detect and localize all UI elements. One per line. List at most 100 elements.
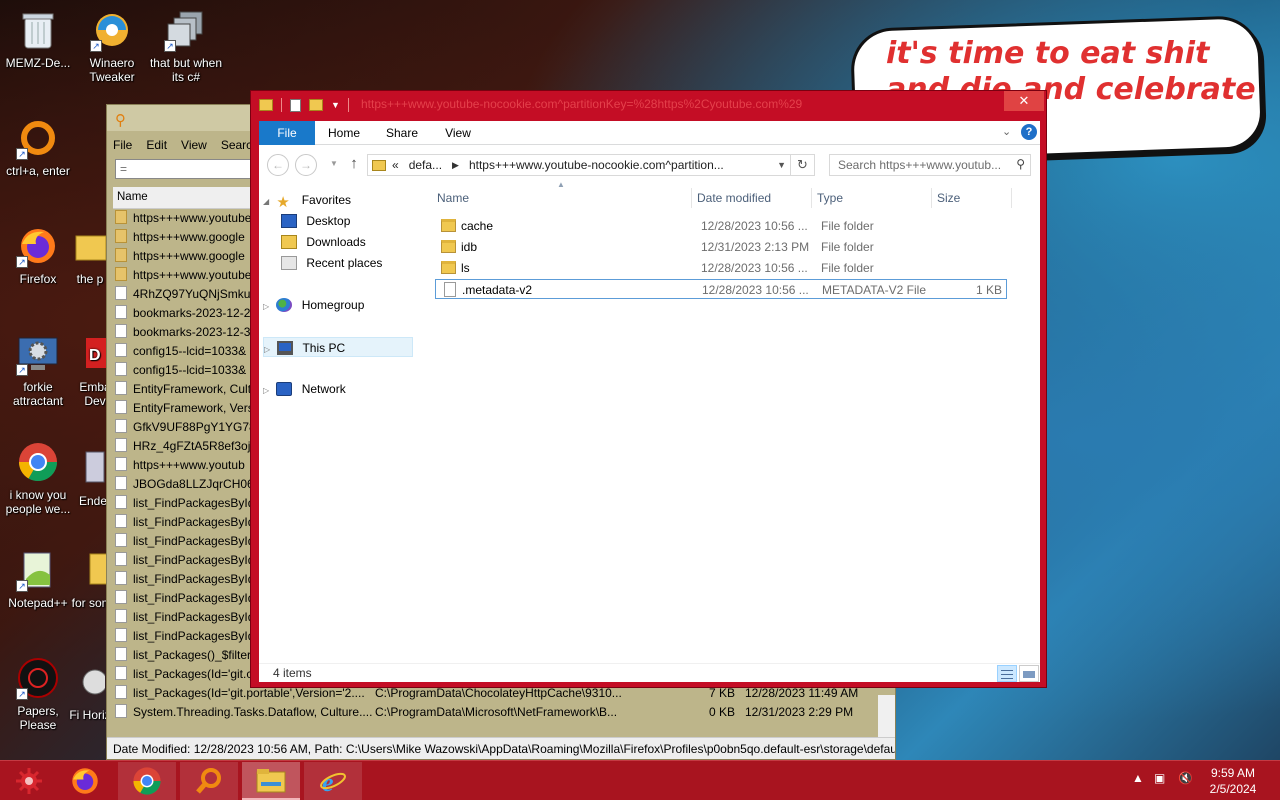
start-button[interactable]	[0, 762, 58, 800]
expand-icon[interactable]: ▷	[263, 381, 273, 401]
help-icon[interactable]: ?	[1021, 124, 1037, 140]
desktop-icon-papers-please[interactable]: ↗ Papers, Please	[0, 656, 76, 732]
volume-muted-icon[interactable]: 🔇	[1178, 771, 1193, 785]
close-button[interactable]: ✕	[1004, 91, 1044, 111]
customize-dropdown-icon[interactable]: ▼	[331, 100, 340, 110]
result-name-text: list_FindPackagesById	[133, 553, 255, 567]
taskbar-clock[interactable]: 9:59 AM 2/5/2024	[1200, 765, 1266, 797]
file-explorer-icon	[256, 769, 286, 793]
explorer-window[interactable]: ▼ https+++www.youtube-nocookie.com^parti…	[250, 90, 1047, 688]
nav-item-homegroup[interactable]: ▷ Homegroup	[263, 295, 364, 315]
column-header-name[interactable]: Name	[437, 186, 469, 210]
background-search-input[interactable]: =	[115, 159, 255, 179]
vertical-scrollbar[interactable]	[878, 695, 895, 739]
breadcrumb-chevron-icon[interactable]: ▶	[452, 160, 459, 171]
desktop-icon-chrome[interactable]: i know you people we...	[0, 440, 76, 516]
tab-file[interactable]: File	[259, 121, 315, 145]
result-name-text: GfkV9UF88PgY1YG783	[133, 420, 263, 434]
file-type: METADATA-V2 File	[822, 283, 927, 297]
menu-file[interactable]: File	[113, 138, 132, 152]
expand-icon[interactable]: ▷	[264, 340, 274, 360]
desktop-icon-ctrl-a[interactable]: ↗ ctrl+a, enter	[0, 116, 76, 178]
refresh-button[interactable]: ↻	[791, 154, 815, 176]
search-input[interactable]: Search https+++www.youtub... ⚲	[829, 154, 1031, 176]
file-icon	[444, 282, 456, 297]
expand-icon[interactable]: ▷	[263, 297, 273, 317]
folder-row[interactable]: ls 12/28/2023 10:56 ... File folder	[435, 258, 1007, 278]
file-icon	[115, 476, 127, 490]
network-tray-icon[interactable]: ▣	[1154, 771, 1165, 785]
nav-item-favorites[interactable]: ◢ ★ Favorites	[263, 190, 351, 210]
nav-item-desktop[interactable]: Desktop	[281, 211, 350, 231]
desktop-icon-memz[interactable]: MEMZ-De...	[0, 8, 76, 70]
breadcrumb-overflow[interactable]: «	[392, 158, 399, 172]
taskbar-firefox[interactable]	[56, 762, 114, 800]
taskbar-search-tool[interactable]	[180, 762, 238, 800]
column-separator[interactable]	[931, 188, 932, 208]
taskbar-chrome[interactable]	[118, 762, 176, 800]
menu-view[interactable]: View	[181, 138, 207, 152]
show-hidden-icons-button[interactable]: ▲	[1132, 771, 1144, 785]
folder-row[interactable]: cache 12/28/2023 10:56 ... File folder	[435, 216, 1007, 236]
minimize-button[interactable]	[954, 91, 979, 111]
desktop-icon	[281, 214, 297, 228]
tab-view[interactable]: View	[433, 121, 483, 145]
nav-item-recent-places[interactable]: Recent places	[281, 253, 382, 273]
breadcrumb-item[interactable]: defa...	[409, 158, 442, 172]
forward-button[interactable]: →	[295, 154, 317, 176]
new-folder-icon[interactable]	[309, 99, 323, 111]
desktop-icon-notepadpp[interactable]: ↗ Notepad++	[0, 548, 76, 610]
file-icon	[115, 666, 127, 680]
maximize-button[interactable]	[979, 91, 1004, 111]
collapse-icon[interactable]: ◢	[263, 192, 273, 212]
file-icon	[115, 495, 127, 509]
properties-icon[interactable]	[290, 98, 301, 112]
taskbar-internet-explorer[interactable]: e	[304, 762, 362, 800]
column-header-date-modified[interactable]: Date modified	[697, 186, 771, 210]
recent-locations-icon[interactable]: ▼	[323, 154, 345, 176]
desktop-icon-forkie[interactable]: ↗ forkie attractant	[0, 332, 76, 408]
menu-edit[interactable]: Edit	[146, 138, 167, 152]
address-dropdown-icon[interactable]: ▼	[777, 160, 786, 170]
file-icon	[115, 457, 127, 471]
shortcut-arrow-icon: ↗	[16, 580, 28, 592]
taskbar-file-explorer[interactable]	[242, 762, 300, 800]
column-separator[interactable]	[1011, 188, 1012, 208]
search-placeholder: Search https+++www.youtub...	[838, 158, 1002, 172]
large-icons-view-button[interactable]	[1019, 665, 1039, 682]
nav-item-this-pc[interactable]: ▷ This PC	[263, 337, 413, 357]
orange-ring-icon: ↗	[16, 116, 60, 160]
column-header-type[interactable]: Type	[817, 186, 843, 210]
column-separator[interactable]	[811, 188, 812, 208]
folder-row[interactable]: idb 12/31/2023 2:13 PM File folder	[435, 237, 1007, 257]
details-view-button[interactable]	[997, 665, 1017, 682]
desktop-icon-label: ctrl+a, enter	[6, 164, 70, 178]
expand-ribbon-icon[interactable]: ⌄	[1002, 125, 1011, 138]
recent-places-icon	[281, 256, 297, 270]
result-name-text: bookmarks-2023-12-2	[133, 306, 251, 320]
result-path: C:\ProgramData\Microsoft\NetFramework\B.…	[375, 705, 618, 719]
desktop-icon-winaero[interactable]: ↗ Winaero Tweaker	[74, 8, 150, 84]
column-header-size[interactable]: Size	[937, 186, 960, 210]
nav-label: This PC	[302, 341, 346, 355]
separator	[347, 98, 349, 112]
firefox-icon: ↗	[16, 224, 60, 268]
nav-item-network[interactable]: ▷ Network	[263, 379, 346, 399]
up-button[interactable]: ↑	[343, 154, 365, 176]
address-bar[interactable]: « defa... ▶ https+++www.youtube-nocookie…	[367, 154, 791, 176]
result-row[interactable]: System.Threading.Tasks.Dataflow, Culture…	[115, 703, 879, 722]
explorer-titlebar[interactable]: ▼ https+++www.youtube-nocookie.com^parti…	[251, 91, 1046, 119]
column-header-name[interactable]: Name	[113, 187, 253, 209]
back-button[interactable]: ←	[267, 154, 289, 176]
network-icon	[276, 382, 293, 396]
desktop-icon-label: MEMZ-De...	[5, 56, 71, 70]
file-icon	[115, 400, 127, 414]
nav-item-downloads[interactable]: Downloads	[281, 232, 366, 252]
file-icon	[115, 628, 127, 642]
file-row-selected[interactable]: .metadata-v2 12/28/2023 10:56 ... METADATA…	[435, 279, 1007, 299]
tab-home[interactable]: Home	[319, 121, 369, 145]
tab-share[interactable]: Share	[377, 121, 427, 145]
column-separator[interactable]	[691, 188, 692, 208]
breadcrumb-item[interactable]: https+++www.youtube-nocookie.com^partiti…	[469, 158, 724, 172]
desktop-icon-that-but[interactable]: ↗ that but when its c#	[148, 8, 224, 84]
